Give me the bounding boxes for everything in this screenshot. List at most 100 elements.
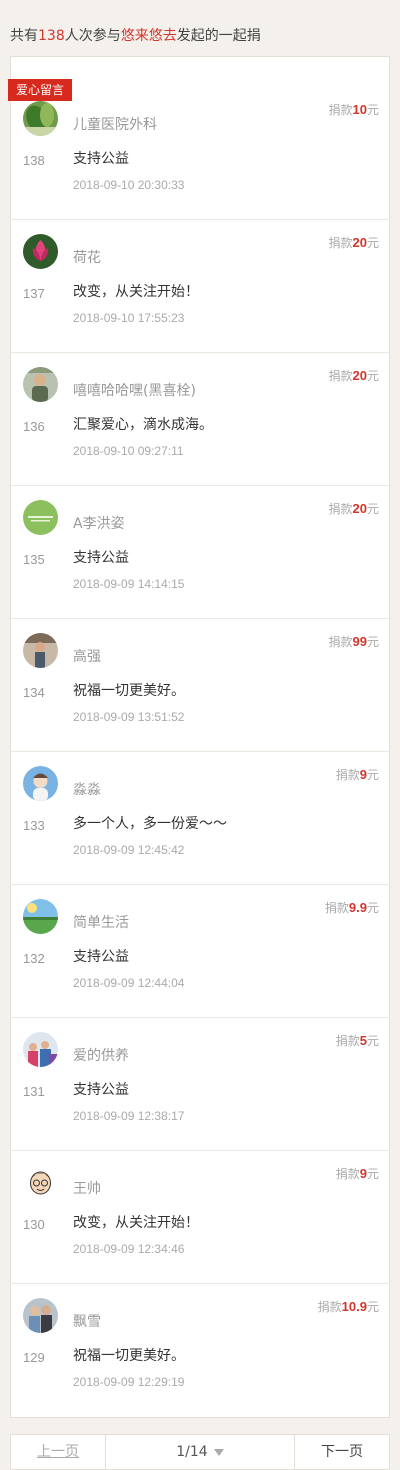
summary-prefix: 共有	[10, 28, 38, 44]
amount-value: 9.9	[348, 900, 367, 915]
person-avatar-icon[interactable]	[23, 367, 58, 402]
next-page-button[interactable]: 下一页	[295, 1435, 389, 1469]
donor-name: 儿童医院外科	[73, 117, 157, 133]
participant-count: 138	[38, 28, 65, 44]
amount-prefix: 捐款	[335, 1167, 360, 1181]
donor-message: 支持公益	[73, 151, 129, 167]
donor-name: A李洪姿	[73, 516, 125, 532]
amount-suffix: 元	[366, 502, 379, 516]
donor-name: 淼淼	[73, 782, 101, 798]
message-list: 爱心留言 138 儿童医院外科 支持公益 2018-09-10 20:30:33 捐款1…	[8, 56, 390, 1418]
landscape-avatar-icon[interactable]	[23, 899, 58, 934]
amount-prefix: 捐款	[328, 635, 353, 649]
amount-suffix: 元	[366, 236, 379, 250]
donation-time: 2018-09-10 17:55:23	[73, 311, 185, 325]
donor-name: 王帅	[73, 1181, 101, 1197]
donation-time: 2018-09-09 12:38:17	[73, 1109, 185, 1123]
donation-amount: 捐款9.9元	[325, 899, 379, 916]
list-item: 137 荷花 改变，从关注开始！ 2018-09-10 17:55:23 捐款20元	[11, 220, 389, 353]
donor-message: 祝福一切更美好。	[73, 683, 185, 699]
donor-name: 简单生活	[73, 915, 129, 931]
donation-time: 2018-09-09 13:51:52	[73, 710, 185, 724]
couple-avatar-icon[interactable]	[23, 1298, 58, 1333]
summary-suffix: 发起的一起捐	[176, 28, 261, 44]
section-tag: 爱心留言	[8, 79, 73, 101]
person-avatar-icon[interactable]	[23, 633, 58, 668]
sequence-number: 129	[23, 1350, 45, 1365]
page-selector[interactable]: 1/14	[106, 1435, 295, 1469]
donation-summary: 共有138人次参与悠来悠去发起的一起捐	[10, 23, 261, 49]
donor-message: 改变，从关注开始！	[73, 1215, 199, 1231]
donation-amount: 捐款9元	[336, 1165, 379, 1182]
amount-value: 10	[352, 102, 367, 117]
donation-amount: 捐款20元	[329, 367, 380, 384]
sequence-number: 135	[23, 552, 45, 567]
cartoon-face-avatar-icon[interactable]	[23, 1165, 58, 1200]
list-item: 132 简单生活支持公益 2018-09-09 12:44:04 捐款9.9元	[11, 885, 389, 1018]
amount-suffix: 元	[366, 369, 379, 383]
list-item: 135 A李洪姿 支持公益 2018-09-09 14:14:15 捐款20元	[11, 486, 389, 619]
list-item: 134 高强祝福一切更美好。 2018-09-09 13:51:52 捐款99元	[11, 619, 389, 752]
list-item: 133 淼淼 多一个人，多一份爱～～ 2018-09-09 12:45:42 捐款9元	[11, 752, 389, 885]
donor-name: 高强	[73, 649, 101, 665]
amount-suffix: 元	[366, 103, 379, 117]
prev-page-button[interactable]: 上一页	[11, 1435, 106, 1469]
amount-value: 20	[352, 368, 367, 383]
list-item: 136 嘻嘻哈哈嘿(黑喜栓) 汇聚爱心，滴水成海。 2018-09-10 09:27:…	[11, 353, 389, 486]
green-logo-avatar-icon[interactable]	[23, 500, 58, 535]
amount-value: 20	[352, 501, 367, 516]
sequence-number: 132	[23, 951, 45, 966]
amount-value: 5	[359, 1033, 367, 1048]
amount-prefix: 捐款	[328, 103, 353, 117]
amount-suffix: 元	[366, 1034, 379, 1048]
list-item: 130 王帅 改变，从关注开始！ 2018-09-09 12:34:46 捐款9元	[11, 1151, 389, 1284]
amount-suffix: 元	[366, 1300, 379, 1314]
list-item: 129 飘雪 祝福一切更美好。 2018-09-09 12:29:19 捐款10.9元	[11, 1284, 389, 1417]
donation-time: 2018-09-09 12:45:42	[73, 843, 185, 857]
group-avatar-icon[interactable]	[23, 1032, 58, 1067]
donation-time: 2018-09-10 09:27:11	[73, 444, 184, 458]
sequence-number: 131	[23, 1084, 45, 1099]
donor-name: 爱的供养	[73, 1048, 129, 1064]
chevron-down-icon	[213, 1448, 224, 1456]
donation-amount: 捐款20元	[329, 500, 380, 517]
leaf-avatar-icon[interactable]	[23, 101, 58, 136]
donor-message: 支持公益	[73, 949, 129, 965]
donation-time: 2018-09-09 12:29:19	[73, 1375, 185, 1389]
amount-prefix: 捐款	[335, 1034, 360, 1048]
donor-message: 支持公益	[73, 1082, 129, 1098]
amount-prefix: 捐款	[328, 236, 353, 250]
donor-message: 汇聚爱心，滴水成海。	[73, 417, 213, 433]
donation-amount: 捐款99元	[329, 633, 380, 650]
donor-message: 支持公益	[73, 550, 129, 566]
donation-amount: 捐款20元	[329, 234, 380, 251]
amount-value: 9	[359, 1166, 367, 1181]
amount-prefix: 捐款	[328, 502, 353, 516]
summary-middle: 人次参与	[64, 28, 121, 44]
donation-time: 2018-09-10 20:30:33	[73, 178, 185, 192]
sequence-number: 137	[23, 286, 45, 301]
amount-suffix: 元	[366, 901, 379, 915]
amount-prefix: 捐款	[335, 768, 360, 782]
page-indicator: 1/14	[176, 1444, 208, 1460]
donor-name: 飘雪	[73, 1314, 101, 1330]
amount-prefix: 捐款	[324, 901, 349, 915]
sequence-number: 136	[23, 419, 45, 434]
amount-suffix: 元	[366, 1167, 379, 1181]
donation-amount: 捐款9元	[336, 766, 379, 783]
organizer-link[interactable]: 悠来悠去	[121, 28, 177, 44]
sequence-number: 130	[23, 1217, 45, 1232]
amount-suffix: 元	[366, 635, 379, 649]
donation-time: 2018-09-09 12:44:04	[73, 976, 185, 990]
child-avatar-icon[interactable]	[23, 766, 58, 801]
list-item: 131 爱的供养支持公益 2018-09-09 12:38:17 捐款5元	[11, 1018, 389, 1151]
amount-prefix: 捐款	[328, 369, 353, 383]
donor-message: 多一个人，多一份爱～～	[73, 816, 227, 832]
sequence-number: 138	[23, 153, 45, 168]
amount-value: 9	[359, 767, 367, 782]
pagination: 上一页 1/14 下一页	[10, 1434, 390, 1470]
amount-suffix: 元	[366, 768, 379, 782]
donation-amount: 捐款5元	[336, 1032, 379, 1049]
sequence-number: 134	[23, 685, 45, 700]
lotus-avatar-icon[interactable]	[23, 234, 58, 269]
